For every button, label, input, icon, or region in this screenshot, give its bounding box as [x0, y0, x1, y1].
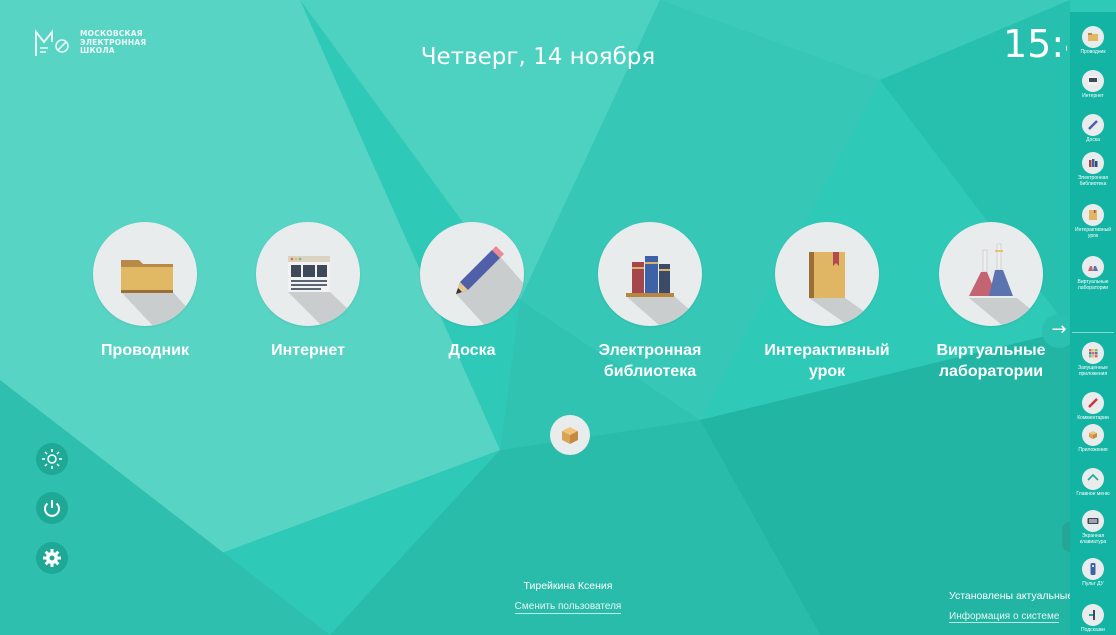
- dock-item-label: Электронная библиотека: [1077, 175, 1109, 187]
- folder-icon: [1082, 26, 1104, 48]
- side-dock: Проводник Интернет Доска Электронная биб…: [1070, 12, 1116, 635]
- settings-button[interactable]: [36, 542, 68, 574]
- box-icon: [562, 427, 578, 444]
- book-icon: [1082, 204, 1104, 226]
- date-label: Четверг, 14 ноября: [420, 44, 656, 70]
- dock-item-label: Главное меню: [1076, 491, 1110, 497]
- power-icon: [44, 500, 60, 517]
- app-tile-board[interactable]: Доска: [410, 222, 534, 361]
- books-icon: [1082, 152, 1104, 174]
- pen-icon: [1082, 392, 1104, 414]
- dock-item-library[interactable]: Электронная библиотека: [1070, 152, 1116, 187]
- app-label: Интерактивный урок: [764, 342, 890, 380]
- system-status: Установлены актуальные об: [949, 590, 1070, 602]
- dock-item-hints[interactable]: Подсказки: [1070, 604, 1116, 633]
- dock-item-remote[interactable]: Пульт ДУ: [1070, 558, 1116, 587]
- dock-item-applications[interactable]: Приложения: [1070, 424, 1116, 453]
- app-tile-lesson[interactable]: Интерактивный урок: [764, 222, 890, 382]
- browser-icon: [1082, 70, 1104, 92]
- apps-box-button[interactable]: [550, 415, 590, 455]
- dock-item-running-apps[interactable]: Запущенные приложения: [1070, 342, 1116, 377]
- book-icon: [775, 222, 879, 326]
- app-tile-library[interactable]: Электронная библиотека: [588, 222, 712, 382]
- clock: 15:4: [1003, 22, 1067, 66]
- dock-item-label: Запущенные приложения: [1078, 365, 1108, 377]
- dock-item-explorer[interactable]: Проводник: [1070, 26, 1116, 55]
- pencil-icon: [420, 222, 524, 326]
- pencil-icon: [1082, 114, 1104, 136]
- dock-item-board[interactable]: Доска: [1070, 114, 1116, 143]
- dock-item-labs[interactable]: Виртуальные лаборатории: [1070, 256, 1116, 291]
- folder-icon: [93, 222, 197, 326]
- dock-item-label: Проводник: [1080, 49, 1106, 55]
- hint-icon: [1082, 604, 1104, 626]
- switch-user-link[interactable]: Сменить пользователя: [514, 601, 622, 614]
- dock-item-label: Интернет: [1082, 93, 1104, 99]
- dock-item-label: Приложения: [1078, 447, 1108, 453]
- app-label: Проводник: [101, 342, 189, 359]
- app-label: Доска: [448, 342, 496, 359]
- arrow-right-icon: →: [1051, 319, 1067, 340]
- app-tile-labs[interactable]: Виртуальные лаборатории: [929, 222, 1053, 382]
- keyboard-icon: [1082, 510, 1104, 532]
- apps-grid-icon: [1082, 342, 1104, 364]
- dock-item-lesson[interactable]: Интерактивный урок: [1070, 204, 1116, 239]
- flasks-icon: [939, 222, 1043, 326]
- books-icon: [598, 222, 702, 326]
- dock-item-label: Подсказки: [1081, 627, 1105, 633]
- app-tile-internet[interactable]: Интернет: [246, 222, 370, 361]
- dock-item-label: Пульт ДУ: [1082, 581, 1104, 587]
- dock-item-label: Экранная клавиатура: [1079, 533, 1107, 545]
- browser-icon: [256, 222, 360, 326]
- flasks-icon: [1082, 256, 1104, 278]
- dock-item-comments[interactable]: Комментарии: [1070, 392, 1116, 421]
- app-label: Электронная библиотека: [598, 342, 702, 380]
- dock-separator: [1072, 332, 1114, 333]
- home-icon: [1082, 468, 1104, 490]
- dock-item-keyboard[interactable]: Экранная клавиатура: [1070, 510, 1116, 545]
- app-label: Виртуальные лаборатории: [936, 342, 1046, 380]
- dock-item-label: Комментарии: [1077, 415, 1109, 421]
- dock-item-label: Доска: [1086, 137, 1100, 143]
- app-tile-explorer[interactable]: Проводник: [83, 222, 207, 361]
- dock-item-label: Интерактивный урок: [1074, 227, 1112, 239]
- dock-item-main-menu[interactable]: Главное меню: [1070, 468, 1116, 497]
- box-icon: [1082, 424, 1104, 446]
- gear-icon: [43, 549, 61, 567]
- brightness-icon: [42, 449, 62, 469]
- remote-icon: [1082, 558, 1104, 580]
- app-label: Интернет: [271, 342, 345, 359]
- power-button[interactable]: [36, 492, 68, 524]
- dock-item-label: Виртуальные лаборатории: [1077, 279, 1109, 291]
- brightness-button[interactable]: [36, 443, 68, 475]
- system-info-link[interactable]: Информация о системе: [949, 611, 1060, 623]
- dock-item-internet[interactable]: Интернет: [1070, 70, 1116, 99]
